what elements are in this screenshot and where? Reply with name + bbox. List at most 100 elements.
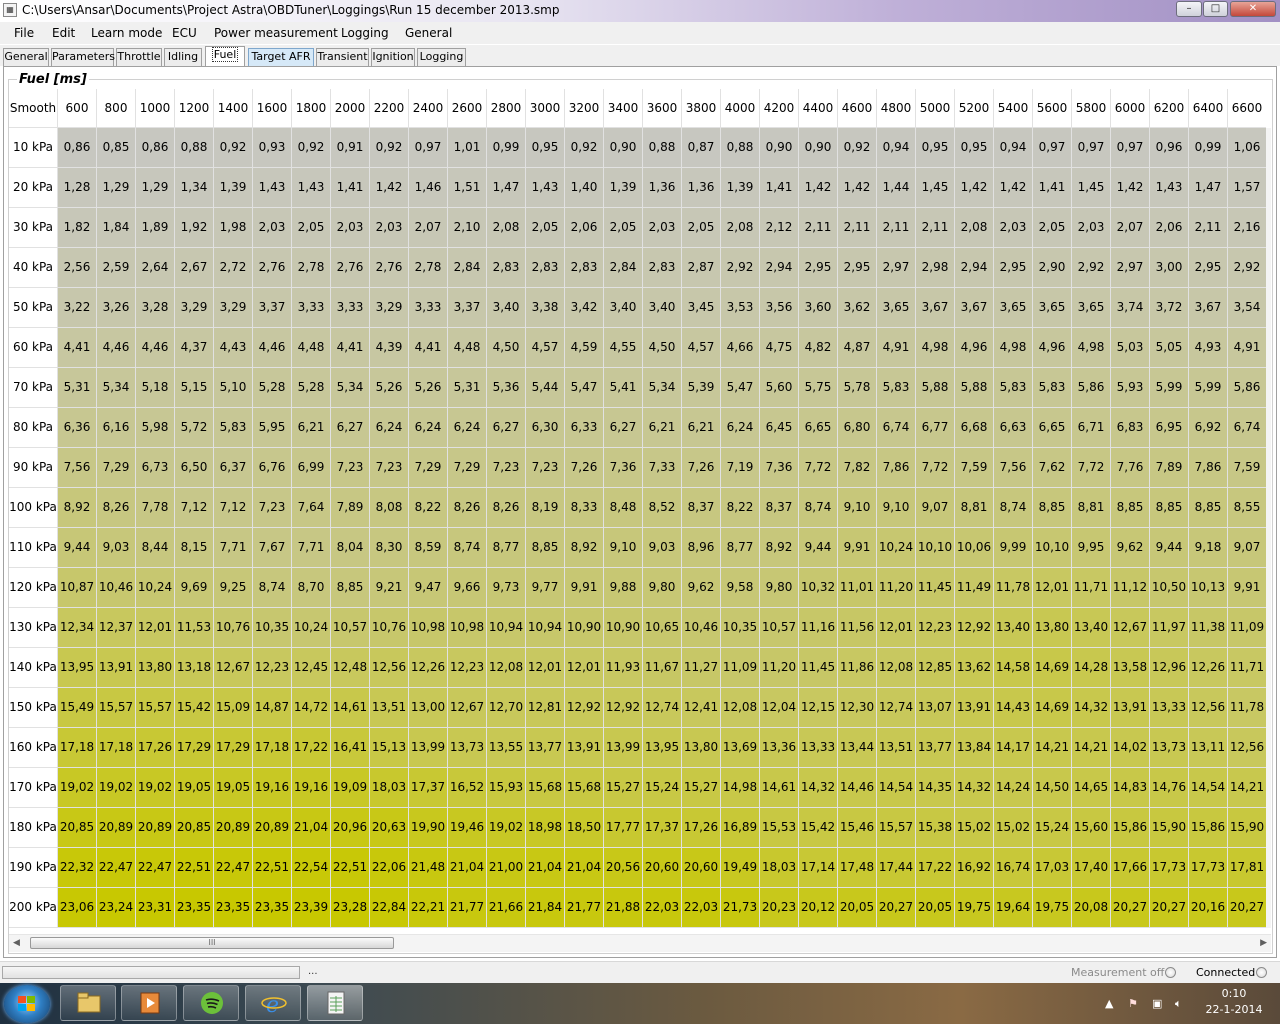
fuel-cell[interactable]: 22,06 bbox=[370, 848, 409, 888]
fuel-cell[interactable]: 2,03 bbox=[643, 208, 682, 248]
fuel-cell[interactable]: 5,26 bbox=[409, 368, 448, 408]
fuel-cell[interactable]: 8,74 bbox=[994, 488, 1033, 528]
fuel-cell[interactable]: 1,39 bbox=[214, 168, 253, 208]
fuel-cell[interactable]: 2,08 bbox=[955, 208, 994, 248]
fuel-cell[interactable]: 19,75 bbox=[955, 888, 994, 928]
fuel-cell[interactable]: 0,95 bbox=[955, 128, 994, 168]
fuel-cell[interactable]: 12,74 bbox=[643, 688, 682, 728]
fuel-cell[interactable]: 7,36 bbox=[760, 448, 799, 488]
fuel-cell[interactable]: 6,65 bbox=[799, 408, 838, 448]
fuel-cell[interactable]: 6,76 bbox=[253, 448, 292, 488]
fuel-cell[interactable]: 12,81 bbox=[526, 688, 565, 728]
fuel-cell[interactable]: 1,57 bbox=[1228, 168, 1266, 208]
fuel-cell[interactable]: 1,42 bbox=[955, 168, 994, 208]
fuel-cell[interactable]: 4,91 bbox=[1228, 328, 1266, 368]
fuel-cell[interactable]: 22,03 bbox=[643, 888, 682, 928]
fuel-cell[interactable]: 12,45 bbox=[292, 648, 331, 688]
taskbar-obdtuner[interactable] bbox=[307, 985, 363, 1021]
fuel-cell[interactable]: 2,03 bbox=[1072, 208, 1111, 248]
fuel-cell[interactable]: 1,42 bbox=[1111, 168, 1150, 208]
fuel-cell[interactable]: 14,32 bbox=[955, 768, 994, 808]
fuel-cell[interactable]: 10,65 bbox=[643, 608, 682, 648]
fuel-cell[interactable]: 5,36 bbox=[487, 368, 526, 408]
fuel-cell[interactable]: 7,62 bbox=[1033, 448, 1072, 488]
fuel-cell[interactable]: 5,86 bbox=[1072, 368, 1111, 408]
fuel-cell[interactable]: 13,80 bbox=[136, 648, 175, 688]
fuel-cell[interactable]: 9,10 bbox=[877, 488, 916, 528]
minimize-button[interactable]: – bbox=[1176, 1, 1202, 17]
fuel-cell[interactable]: 10,98 bbox=[409, 608, 448, 648]
fuel-cell[interactable]: 7,29 bbox=[97, 448, 136, 488]
fuel-cell[interactable]: 1,45 bbox=[1072, 168, 1111, 208]
fuel-cell[interactable]: 11,45 bbox=[799, 648, 838, 688]
fuel-cell[interactable]: 11,53 bbox=[175, 608, 214, 648]
fuel-cell[interactable]: 0,96 bbox=[1150, 128, 1189, 168]
fuel-cell[interactable]: 2,11 bbox=[1189, 208, 1228, 248]
fuel-cell[interactable]: 15,42 bbox=[175, 688, 214, 728]
fuel-cell[interactable]: 10,06 bbox=[955, 528, 994, 568]
fuel-cell[interactable]: 11,38 bbox=[1189, 608, 1228, 648]
fuel-cell[interactable]: 7,12 bbox=[214, 488, 253, 528]
fuel-cell[interactable]: 1,41 bbox=[760, 168, 799, 208]
fuel-cell[interactable]: 5,34 bbox=[331, 368, 370, 408]
fuel-cell[interactable]: 1,84 bbox=[97, 208, 136, 248]
fuel-cell[interactable]: 7,86 bbox=[877, 448, 916, 488]
fuel-cell[interactable]: 9,80 bbox=[760, 568, 799, 608]
fuel-cell[interactable]: 3,26 bbox=[97, 288, 136, 328]
fuel-cell[interactable]: 1,40 bbox=[565, 168, 604, 208]
tab-idling[interactable]: Idling bbox=[164, 48, 202, 66]
fuel-cell[interactable]: 12,01 bbox=[565, 648, 604, 688]
fuel-cell[interactable]: 0,91 bbox=[331, 128, 370, 168]
fuel-cell[interactable]: 19,75 bbox=[1033, 888, 1072, 928]
fuel-cell[interactable]: 10,35 bbox=[721, 608, 760, 648]
tab-target-afr[interactable]: Target AFR bbox=[248, 48, 314, 66]
fuel-cell[interactable]: 14,21 bbox=[1228, 768, 1266, 808]
fuel-cell[interactable]: 3,60 bbox=[799, 288, 838, 328]
fuel-cell[interactable]: 5,83 bbox=[994, 368, 1033, 408]
fuel-cell[interactable]: 8,52 bbox=[643, 488, 682, 528]
fuel-cell[interactable]: 2,03 bbox=[253, 208, 292, 248]
fuel-cell[interactable]: 5,31 bbox=[58, 368, 97, 408]
fuel-cell[interactable]: 10,50 bbox=[1150, 568, 1189, 608]
fuel-cell[interactable]: 17,18 bbox=[97, 728, 136, 768]
fuel-cell[interactable]: 15,68 bbox=[526, 768, 565, 808]
fuel-cell[interactable]: 8,96 bbox=[682, 528, 721, 568]
fuel-cell[interactable]: 2,87 bbox=[682, 248, 721, 288]
fuel-cell[interactable]: 3,40 bbox=[487, 288, 526, 328]
fuel-cell[interactable]: 12,23 bbox=[448, 648, 487, 688]
fuel-cell[interactable]: 5,88 bbox=[955, 368, 994, 408]
fuel-cell[interactable]: 3,65 bbox=[1072, 288, 1111, 328]
fuel-cell[interactable]: 3,74 bbox=[1111, 288, 1150, 328]
fuel-cell[interactable]: 3,67 bbox=[955, 288, 994, 328]
fuel-cell[interactable]: 6,30 bbox=[526, 408, 565, 448]
fuel-cell[interactable]: 14,17 bbox=[994, 728, 1033, 768]
fuel-cell[interactable]: 12,56 bbox=[1228, 728, 1266, 768]
fuel-cell[interactable]: 2,56 bbox=[58, 248, 97, 288]
fuel-cell[interactable]: 13,69 bbox=[721, 728, 760, 768]
fuel-cell[interactable]: 2,05 bbox=[526, 208, 565, 248]
fuel-cell[interactable]: 4,96 bbox=[1033, 328, 1072, 368]
fuel-cell[interactable]: 10,90 bbox=[604, 608, 643, 648]
fuel-cell[interactable]: 3,56 bbox=[760, 288, 799, 328]
fuel-cell[interactable]: 0,92 bbox=[838, 128, 877, 168]
fuel-cell[interactable]: 13,07 bbox=[916, 688, 955, 728]
fuel-cell[interactable]: 16,41 bbox=[331, 728, 370, 768]
fuel-cell[interactable]: 9,18 bbox=[1189, 528, 1228, 568]
fuel-cell[interactable]: 1,98 bbox=[214, 208, 253, 248]
fuel-cell[interactable]: 12,23 bbox=[253, 648, 292, 688]
fuel-cell[interactable]: 7,71 bbox=[292, 528, 331, 568]
fuel-cell[interactable]: 6,33 bbox=[565, 408, 604, 448]
fuel-cell[interactable]: 14,43 bbox=[994, 688, 1033, 728]
fuel-cell[interactable]: 8,15 bbox=[175, 528, 214, 568]
fuel-cell[interactable]: 9,44 bbox=[1150, 528, 1189, 568]
fuel-cell[interactable]: 21,04 bbox=[565, 848, 604, 888]
fuel-cell[interactable]: 1,28 bbox=[58, 168, 97, 208]
fuel-cell[interactable]: 0,95 bbox=[526, 128, 565, 168]
fuel-cell[interactable]: 14,98 bbox=[721, 768, 760, 808]
fuel-cell[interactable]: 7,72 bbox=[1072, 448, 1111, 488]
taskbar-explorer[interactable] bbox=[60, 985, 116, 1021]
fuel-cell[interactable]: 13,51 bbox=[877, 728, 916, 768]
fuel-cell[interactable]: 22,47 bbox=[97, 848, 136, 888]
taskbar-media-player[interactable] bbox=[121, 985, 177, 1021]
volume-icon[interactable]: 🔈︎ bbox=[1175, 997, 1182, 1011]
